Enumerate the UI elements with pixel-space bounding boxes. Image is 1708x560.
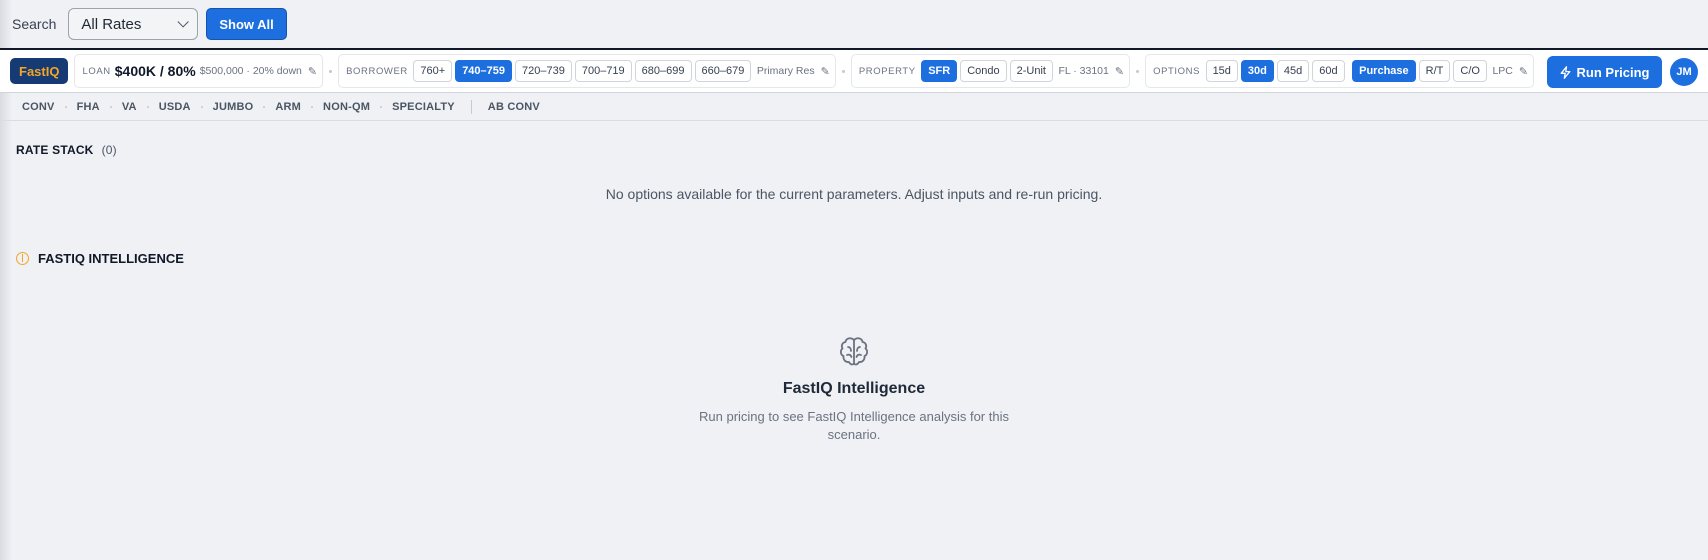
- separator-dot: [1136, 69, 1140, 73]
- purpose-chip[interactable]: C/O: [1453, 60, 1487, 82]
- lock-period-chip[interactable]: 60d: [1312, 60, 1345, 82]
- fico-chip[interactable]: 680–699: [634, 60, 692, 82]
- borrower-label: BORROWER: [346, 65, 408, 77]
- tab-va[interactable]: VA: [112, 101, 147, 113]
- pricing-toolbar: FastIQ LOAN $400K / 80% $500,000 · 20% d…: [0, 48, 1708, 93]
- search-bar: Search All Rates Show All: [0, 0, 1708, 48]
- search-label: Search: [12, 16, 57, 32]
- tab-group-divider: [470, 99, 472, 114]
- loan-amount: $400K / 80%: [114, 63, 196, 79]
- fico-chip[interactable]: 660–679: [694, 60, 752, 82]
- tab-conv[interactable]: CONV: [12, 101, 65, 113]
- tab-ab-conv[interactable]: AB CONV: [478, 101, 550, 113]
- tab-arm[interactable]: ARM: [265, 101, 311, 113]
- borrower-group: BORROWER 760+ 740–759 720–739 700–719 68…: [338, 54, 836, 88]
- occupancy-value: Primary Res: [756, 65, 815, 77]
- intelligence-card-heading: FastIQ Intelligence: [782, 380, 926, 397]
- rate-stack-empty-message: No options available for the current par…: [605, 186, 1103, 202]
- run-pricing-label: Run Pricing: [1576, 64, 1650, 80]
- options-label: OPTIONS: [1153, 65, 1201, 77]
- tab-usda[interactable]: USDA: [149, 101, 201, 113]
- intelligence-card-subtext: Run pricing to see FastIQ Intelligence a…: [699, 409, 1009, 442]
- fico-chip[interactable]: 700–719: [574, 60, 632, 82]
- brain-icon: [840, 337, 868, 366]
- lock-period-chip[interactable]: 45d: [1276, 60, 1310, 82]
- property-type-chip[interactable]: Condo: [960, 60, 1007, 82]
- brand-logo: FastIQ: [10, 58, 69, 84]
- purpose-chip[interactable]: R/T: [1418, 60, 1451, 82]
- bolt-icon: [1560, 65, 1570, 79]
- fico-chip[interactable]: 720–739: [515, 60, 572, 82]
- separator-dot: [841, 69, 845, 73]
- tab-non-qm[interactable]: NON-QM: [313, 101, 380, 113]
- rate-stack-heading: RATE STACK (0): [16, 143, 117, 157]
- brain-icon: [16, 252, 29, 265]
- intelligence-empty-state: FastIQ Intelligence Run pricing to see F…: [0, 334, 1708, 444]
- separator-dot: [329, 69, 333, 73]
- property-label: PROPERTY: [858, 65, 916, 77]
- program-tabs: CONV FHA VA USDA JUMBO ARM NON-QM SPECIA…: [0, 93, 1708, 121]
- tab-specialty[interactable]: SPECIALTY: [382, 101, 465, 113]
- property-type-chip[interactable]: SFR: [921, 60, 958, 82]
- loan-group[interactable]: LOAN $400K / 80% $500,000 · 20% down ✎: [74, 54, 324, 88]
- property-group: PROPERTY SFR Condo 2-Unit FL · 33101 ✎: [850, 54, 1131, 88]
- pencil-icon[interactable]: ✎: [1115, 65, 1124, 78]
- loan-label: LOAN: [82, 65, 111, 77]
- pencil-icon[interactable]: ✎: [1519, 65, 1528, 78]
- options-group: OPTIONS 15d 30d 45d 60d Purchase R/T C/O…: [1145, 54, 1535, 88]
- property-type-chip[interactable]: 2-Unit: [1009, 60, 1053, 82]
- rates-select-value: All Rates: [81, 15, 142, 33]
- purpose-chip[interactable]: Purchase: [1352, 60, 1416, 82]
- show-all-button[interactable]: Show All: [206, 8, 287, 40]
- pencil-icon[interactable]: ✎: [308, 65, 317, 78]
- comp-value: LPC: [1492, 65, 1513, 77]
- fico-chip[interactable]: 760+: [413, 60, 453, 82]
- chevron-down-icon: [177, 16, 190, 28]
- tab-jumbo[interactable]: JUMBO: [203, 101, 264, 113]
- fico-chip[interactable]: 740–759: [455, 60, 513, 82]
- location-value: FL · 33101: [1058, 65, 1109, 77]
- run-pricing-button[interactable]: Run Pricing: [1547, 56, 1662, 88]
- loan-detail: $500,000 · 20% down: [199, 65, 302, 77]
- rate-stack-title: RATE STACK: [16, 143, 94, 157]
- tab-fha[interactable]: FHA: [67, 101, 110, 113]
- rates-select[interactable]: All Rates: [68, 8, 199, 40]
- intelligence-heading: FASTIQ INTELLIGENCE: [16, 251, 184, 266]
- pencil-icon[interactable]: ✎: [821, 65, 830, 78]
- lock-period-chip[interactable]: 30d: [1240, 60, 1274, 82]
- user-avatar[interactable]: JM: [1670, 58, 1698, 86]
- intelligence-title: FASTIQ INTELLIGENCE: [38, 251, 184, 266]
- rate-stack-count: (0): [101, 143, 117, 157]
- lock-period-chip[interactable]: 15d: [1205, 60, 1238, 82]
